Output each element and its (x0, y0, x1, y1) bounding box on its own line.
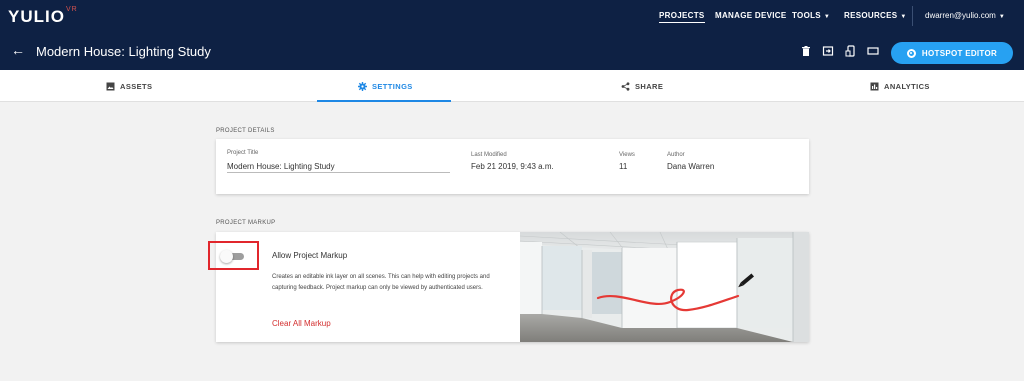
yulio-logo[interactable]: YULIOVR (8, 6, 78, 27)
clear-all-markup-link[interactable]: Clear All Markup (272, 319, 331, 328)
project-markup-heading: PROJECT MARKUP (216, 220, 276, 226)
markup-description: Creates an editable ink layer on all sce… (272, 274, 490, 291)
back-arrow-icon[interactable]: ← (11, 42, 25, 58)
last-modified-label: Last Modified (471, 152, 507, 158)
tab-assets[interactable]: ASSETS (106, 70, 152, 102)
image-icon (106, 82, 115, 90)
tab-analytics[interactable]: ANALYTICS (870, 70, 930, 102)
project-title-label: Project Title (227, 150, 259, 156)
chevron-down-icon: ▼ (998, 14, 1005, 20)
nav-manage-device[interactable]: MANAGE DEVICE (715, 11, 786, 20)
analytics-icon (870, 82, 879, 90)
chevron-down-icon: ▼ (823, 14, 831, 20)
device-icon[interactable] (845, 45, 857, 57)
project-title-input[interactable]: Modern House: Lighting Study (227, 162, 335, 171)
export-icon[interactable] (822, 45, 834, 57)
nav-divider (912, 6, 913, 26)
user-menu[interactable]: dwarren@yulio.com ▼ (925, 11, 1005, 20)
nav-projects[interactable]: PROJECTS (659, 11, 705, 23)
screen-icon[interactable] (867, 45, 879, 57)
project-header: ← Modern House: Lighting Study HOTSPOT E… (0, 33, 1024, 70)
top-nav-bar: YULIOVR PROJECTS MANAGE DEVICE TOOLS ▼ RE… (0, 0, 1024, 33)
share-icon (621, 81, 630, 91)
tab-settings[interactable]: SETTINGS (358, 70, 413, 102)
views-value: 11 (619, 162, 628, 171)
nav-tools[interactable]: TOOLS ▼ (792, 11, 830, 20)
views-label: Views (619, 152, 635, 158)
author-label: Author (667, 152, 685, 158)
chevron-down-icon: ▼ (900, 14, 907, 20)
markup-toggle[interactable] (220, 250, 233, 263)
project-details-heading: PROJECT DETAILS (216, 128, 275, 134)
project-title-underline (227, 172, 450, 173)
author-value: Dana Warren (667, 162, 715, 171)
trash-icon[interactable] (800, 45, 812, 57)
target-icon (906, 48, 916, 58)
tab-share[interactable]: SHARE (621, 70, 663, 102)
page-title: Modern House: Lighting Study (36, 44, 211, 59)
nav-resources[interactable]: RESOURCES ▼ (844, 11, 907, 20)
active-tab-indicator (317, 100, 451, 102)
project-tabs: ASSETS SETTINGS SHARE ANALYTICS (0, 70, 1024, 102)
allow-markup-label: Allow Project Markup (272, 251, 348, 260)
gear-icon (358, 81, 367, 91)
hotspot-editor-button[interactable]: HOTSPOT EDITOR (891, 42, 1013, 64)
markup-toggle-highlight (208, 241, 259, 270)
markup-preview-image (520, 232, 809, 342)
last-modified-value: Feb 21 2019, 9:43 a.m. (471, 162, 554, 171)
